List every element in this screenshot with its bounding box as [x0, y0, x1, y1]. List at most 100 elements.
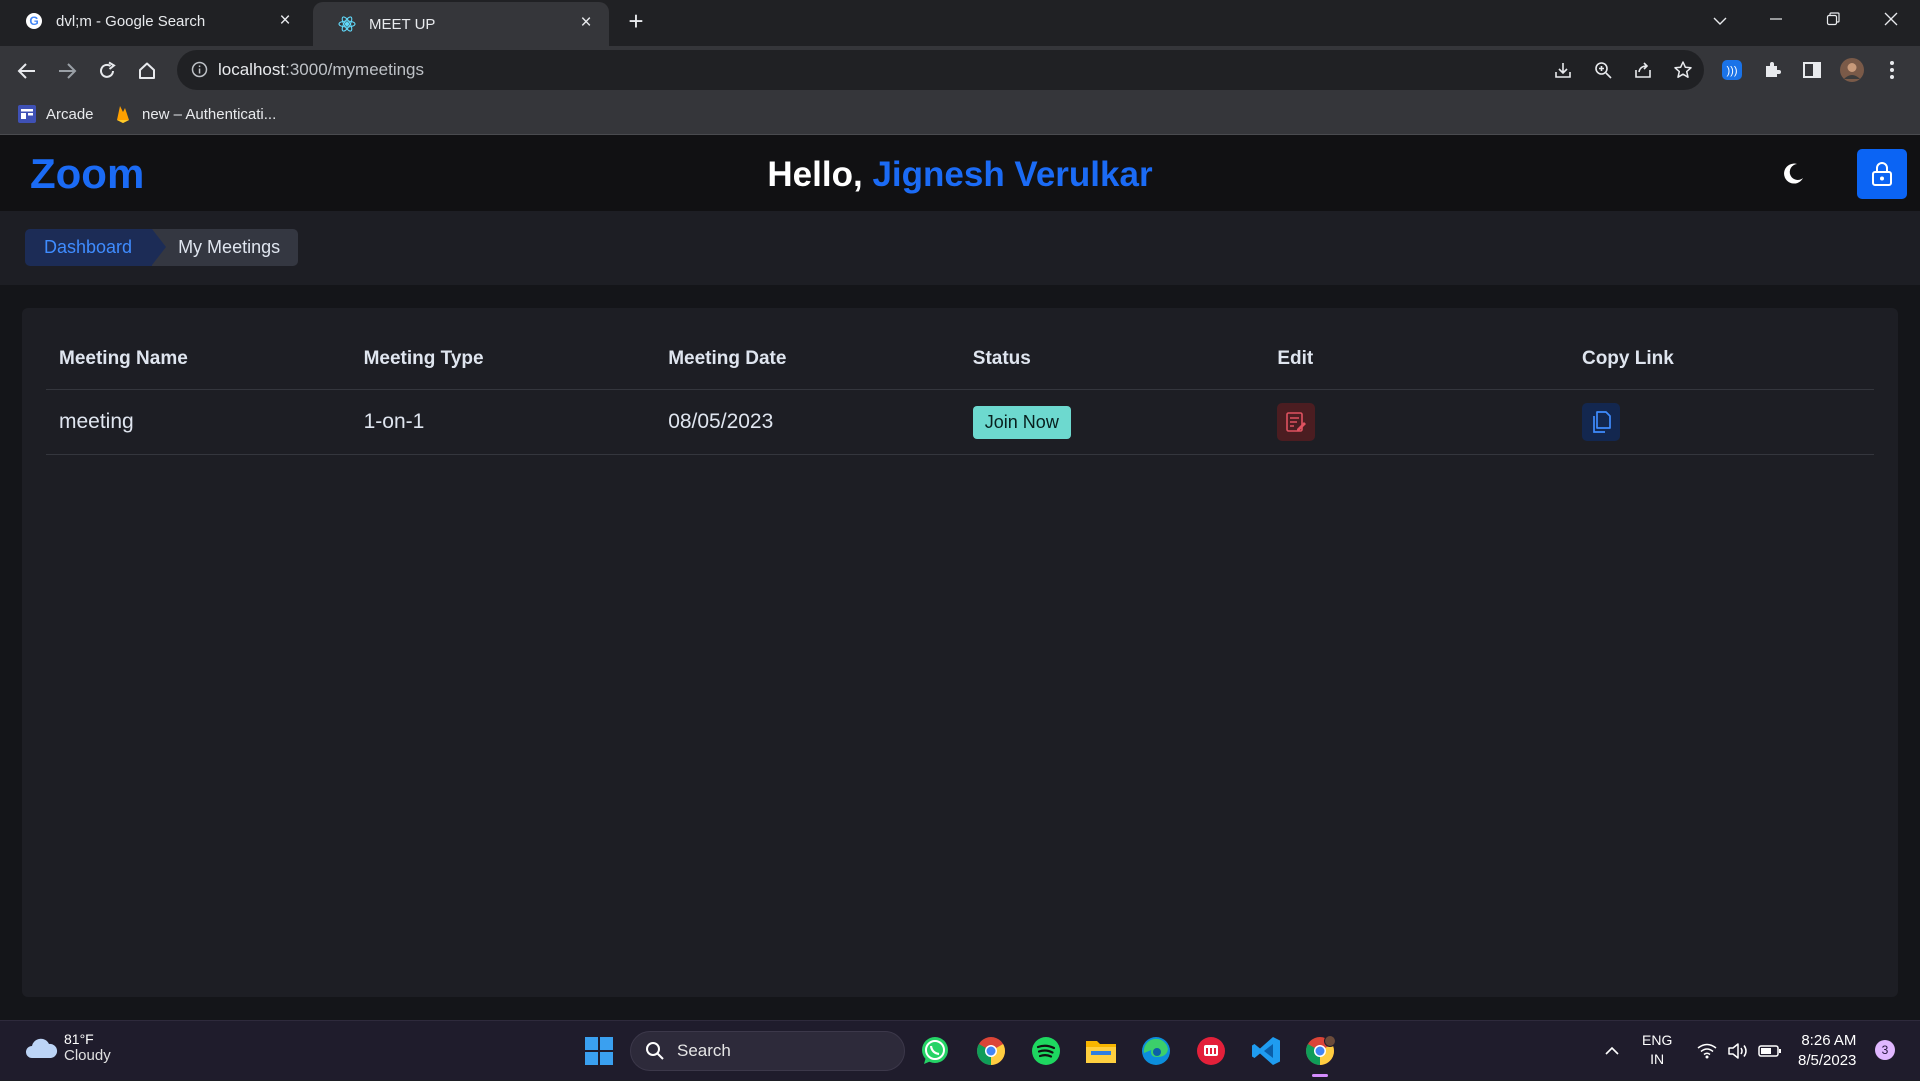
browser-tab-bar: G dvl;m - Google Search × MEET UP × + — [0, 0, 1920, 46]
extensions-puzzle-icon[interactable] — [1760, 58, 1784, 82]
bookmark-label: new – Authenticati... — [142, 105, 277, 123]
volume-icon[interactable] — [1727, 1021, 1749, 1081]
clock-date: 8/5/2023 — [1798, 1052, 1857, 1069]
search-icon — [646, 1042, 664, 1060]
bookmark-star-icon[interactable] — [1672, 59, 1694, 81]
breadcrumb-dashboard-link[interactable]: Dashboard — [25, 229, 167, 266]
minimize-icon[interactable] — [1760, 6, 1792, 34]
new-tab-icon[interactable]: + — [622, 8, 650, 36]
zoom-icon[interactable] — [1592, 59, 1614, 81]
tab-search-chevron-icon[interactable] — [1704, 6, 1736, 34]
copy-icon — [1593, 411, 1611, 433]
file-explorer-icon[interactable] — [1084, 1034, 1118, 1068]
bookmarks-bar: Arcade new – Authenticati... — [0, 94, 1920, 135]
weather-temperature: 81°F — [64, 1031, 94, 1047]
close-tab-icon[interactable]: × — [276, 11, 294, 30]
column-header-meeting-name: Meeting Name — [59, 347, 188, 369]
whatsapp-icon[interactable] — [918, 1034, 952, 1068]
home-icon[interactable] — [132, 56, 162, 86]
bookmark-arcade[interactable]: Arcade — [18, 103, 94, 125]
meeting-date-cell: 08/05/2023 — [668, 410, 774, 433]
show-hidden-icons-chevron[interactable] — [1604, 1021, 1620, 1081]
windows-taskbar: 81°F Cloudy Search ENG IN 8:26 AM 8/5/20… — [0, 1020, 1920, 1080]
meeting-name-cell: meeting — [59, 410, 134, 433]
column-header-edit: Edit — [1277, 347, 1314, 369]
column-header-meeting-type: Meeting Type — [363, 347, 484, 369]
address-bar[interactable]: localhost:3000/mymeetings — [177, 50, 1704, 90]
edit-cell — [1264, 403, 1569, 441]
cloud-icon — [26, 1038, 58, 1058]
battery-icon[interactable] — [1758, 1021, 1782, 1081]
greeting: Hello, Jignesh Verulkar — [0, 155, 1920, 195]
arcade-icon — [18, 105, 36, 123]
bookmark-firebase[interactable]: new – Authenticati... — [114, 103, 276, 125]
status-cell: Join Now — [960, 405, 1265, 439]
column-header-meeting-date: Meeting Date — [668, 347, 787, 369]
extension-blue-icon[interactable]: ))) — [1720, 58, 1744, 82]
close-window-icon[interactable] — [1875, 6, 1907, 34]
restore-icon[interactable] — [1817, 6, 1849, 34]
install-app-icon[interactable] — [1552, 59, 1574, 81]
share-icon[interactable] — [1632, 59, 1654, 81]
chrome-profile-icon[interactable] — [1303, 1034, 1337, 1068]
dark-mode-moon-icon[interactable] — [1780, 161, 1806, 187]
table-header-row: Meeting Name Meeting Type Meeting Date S… — [46, 328, 1874, 390]
edit-meeting-button[interactable] — [1277, 403, 1316, 441]
input-language[interactable]: ENG IN — [1642, 1031, 1672, 1069]
url-path: :3000/mymeetings — [285, 60, 425, 79]
logout-button[interactable] — [1857, 149, 1907, 199]
url-text: localhost:3000/mymeetings — [218, 60, 424, 80]
copy-link-button[interactable] — [1581, 403, 1620, 441]
bookmark-label: Arcade — [46, 105, 94, 123]
user-name: Jignesh Verulkar — [872, 155, 1153, 194]
spotify-icon[interactable] — [1029, 1034, 1063, 1068]
breadcrumb-current: My Meetings — [152, 229, 299, 266]
svg-text:G: G — [29, 14, 38, 28]
ms-teams-red-icon[interactable] — [1194, 1034, 1228, 1068]
meetings-table: Meeting Name Meeting Type Meeting Date S… — [46, 328, 1874, 455]
wifi-icon[interactable] — [1697, 1021, 1717, 1081]
join-now-button[interactable]: Join Now — [972, 405, 1071, 439]
breadcrumb-bar: Dashboard My Meetings — [0, 211, 1920, 285]
taskbar-search[interactable]: Search — [630, 1031, 905, 1071]
meeting-type-cell: 1-on-1 — [363, 410, 425, 433]
weather-condition: Cloudy — [64, 1047, 111, 1064]
url-host: localhost — [218, 60, 286, 79]
tab-title: dvl;m - Google Search — [56, 12, 206, 30]
google-icon: G — [24, 11, 44, 31]
chrome-icon[interactable] — [974, 1034, 1008, 1068]
lock-icon — [1872, 162, 1892, 186]
tab-title: MEET UP — [369, 15, 436, 33]
notification-badge[interactable]: 3 — [1875, 1040, 1895, 1060]
weather-widget[interactable]: 81°F Cloudy — [24, 1031, 111, 1064]
vscode-icon[interactable] — [1249, 1034, 1283, 1068]
breadcrumb: Dashboard My Meetings — [25, 229, 299, 266]
chrome-menu-icon[interactable] — [1880, 58, 1904, 82]
svg-text:))): ))) — [1727, 65, 1738, 77]
table-row: meeting 1-on-1 08/05/2023 Join Now — [46, 390, 1874, 455]
clock-time: 8:26 AM — [1801, 1032, 1857, 1049]
column-header-status: Status — [972, 347, 1031, 369]
region-code: IN — [1650, 1051, 1665, 1067]
profile-avatar[interactable] — [1840, 58, 1864, 82]
edge-icon[interactable] — [1139, 1034, 1173, 1068]
language-code: ENG — [1642, 1032, 1673, 1048]
copy-link-cell — [1569, 403, 1874, 441]
windows-start-icon[interactable] — [582, 1034, 616, 1068]
site-info-icon[interactable] — [191, 61, 208, 83]
active-app-indicator — [1312, 1074, 1328, 1077]
taskbar-clock[interactable]: 8:26 AM 8/5/2023 — [1798, 1031, 1856, 1071]
greeting-prefix: Hello, — [767, 155, 873, 194]
close-tab-icon[interactable]: × — [577, 13, 595, 32]
firebase-icon — [114, 105, 132, 123]
forward-icon[interactable] — [52, 56, 82, 86]
reload-icon[interactable] — [92, 56, 122, 86]
browser-tab-google-search[interactable]: G dvl;m - Google Search × — [0, 0, 308, 42]
back-icon[interactable] — [12, 56, 42, 86]
side-panel-icon[interactable] — [1800, 58, 1824, 82]
meetings-panel: Meeting Name Meeting Type Meeting Date S… — [22, 308, 1898, 997]
app-header: Zoom Hello, Jignesh Verulkar — [0, 135, 1920, 211]
browser-tab-meet-up[interactable]: MEET UP × — [313, 2, 609, 46]
column-header-copy-link: Copy Link — [1581, 347, 1674, 369]
react-icon — [337, 14, 357, 34]
